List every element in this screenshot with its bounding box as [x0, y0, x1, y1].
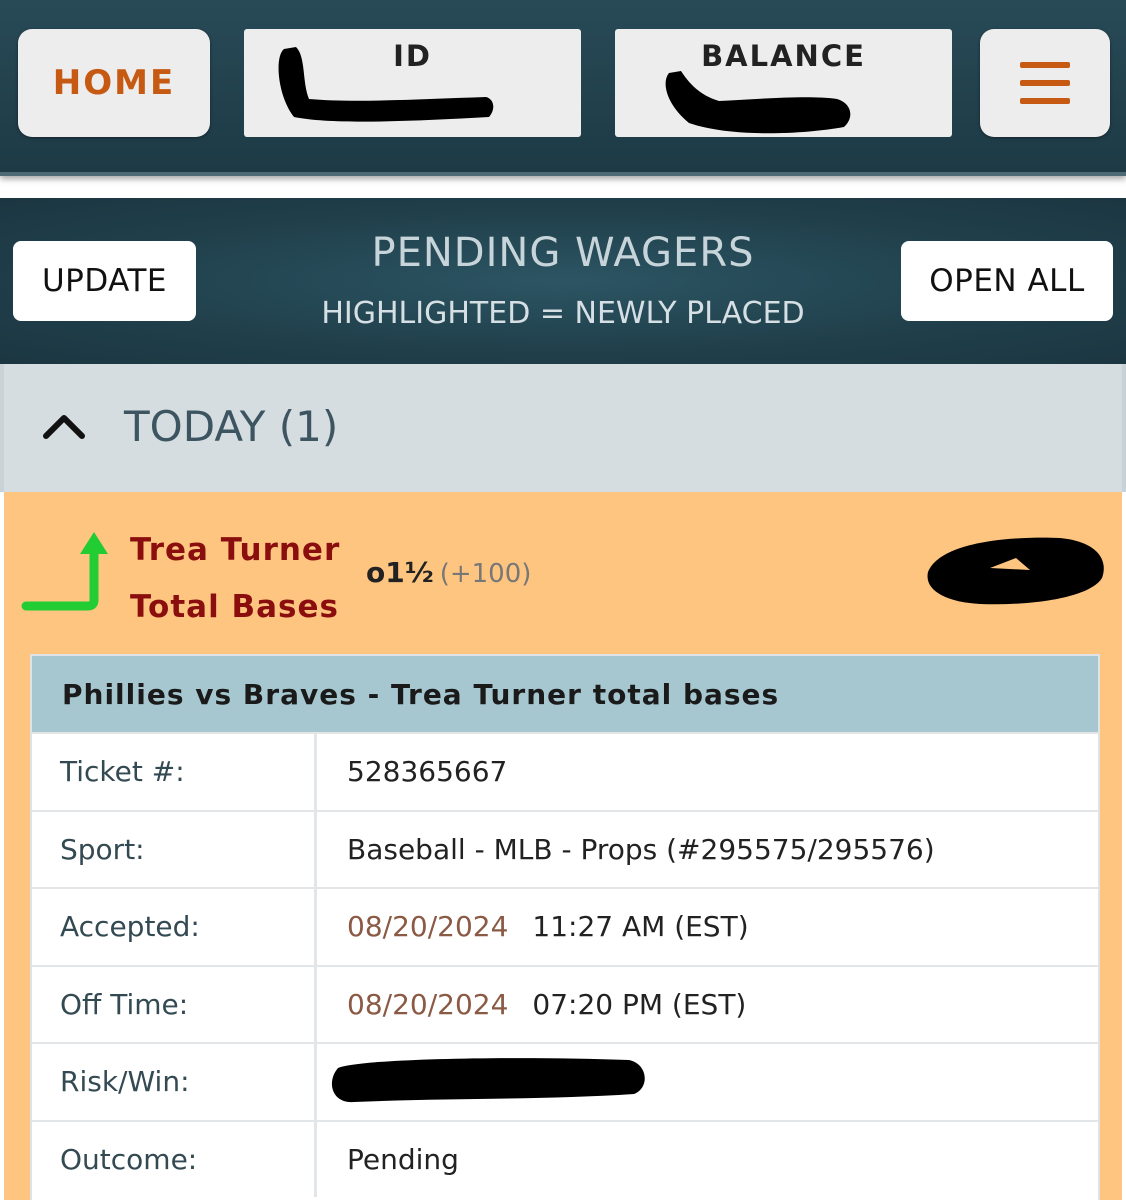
arrow-up-icon	[21, 532, 108, 611]
today-section-label: TODAY (1)	[124, 402, 339, 451]
table-row: Outcome: Pending	[32, 1119, 1098, 1197]
bet-odds: (+100)	[439, 559, 532, 589]
over-under-value: o1½	[366, 556, 434, 589]
table-row: Ticket #: 528365667	[32, 732, 1098, 810]
accepted-time: 11:27 AM (EST)	[532, 910, 749, 944]
table-row: Off Time: 08/20/2024 07:20 PM (EST)	[32, 964, 1098, 1043]
accepted-value: 08/20/2024 11:27 AM (EST)	[317, 889, 1098, 965]
home-button-label: HOME	[52, 63, 176, 103]
chevron-up-icon	[43, 415, 85, 439]
open-all-button[interactable]: OPEN ALL	[901, 241, 1113, 321]
bet-name: Trea Turner Total Bases	[130, 522, 360, 636]
table-row: Risk/Win:	[32, 1042, 1098, 1120]
pending-wagers-header: UPDATE PENDING WAGERS HIGHLIGHTED = NEWL…	[0, 198, 1126, 364]
wager-detail-title: Phillies vs Braves - Trea Turner total b…	[32, 656, 1098, 732]
off-time-value: 08/20/2024 07:20 PM (EST)	[317, 967, 1098, 1043]
bet-market-name: Total Bases	[130, 589, 339, 625]
sport-label: Sport:	[32, 811, 317, 887]
ticket-label: Ticket #:	[32, 734, 317, 810]
off-time-time: 07:20 PM (EST)	[532, 987, 747, 1021]
hamburger-menu-icon	[1020, 62, 1070, 104]
outcome-label: Outcome:	[32, 1121, 317, 1197]
balance-box: BALANCE	[615, 29, 952, 137]
outcome-value: Pending	[347, 1142, 459, 1176]
risk-win-label: Risk/Win:	[32, 1044, 317, 1120]
accepted-date: 08/20/2024	[347, 910, 509, 944]
sport-value: Baseball - MLB - Props (#295575/295576)	[347, 832, 935, 866]
redaction-scribble	[278, 47, 494, 122]
off-time-date: 08/20/2024	[347, 987, 509, 1021]
bet-line: o1½ (+100)	[366, 556, 531, 589]
wager-detail-table: Phillies vs Braves - Trea Turner total b…	[30, 654, 1100, 1200]
off-time-label: Off Time:	[32, 966, 317, 1042]
table-row: Sport: Baseball - MLB - Props (#295575/2…	[32, 809, 1098, 887]
ticket-value: 528365667	[347, 755, 508, 789]
account-id-box: ID	[244, 29, 581, 137]
accepted-label: Accepted:	[32, 889, 317, 965]
redaction-scribble	[927, 537, 1104, 605]
home-button[interactable]: HOME	[18, 29, 210, 137]
wager-card[interactable]: Trea Turner Total Bases o1½ (+100) Philli…	[4, 492, 1122, 1200]
today-section-toggle[interactable]: TODAY (1)	[0, 364, 1126, 492]
table-row: Accepted: 08/20/2024 11:27 AM (EST)	[32, 887, 1098, 965]
redaction-scribble	[665, 71, 851, 134]
bet-player-name: Trea Turner	[130, 532, 341, 568]
redaction-scribble	[331, 1058, 645, 1103]
menu-button[interactable]	[980, 29, 1110, 137]
top-navigation-bar: HOME ID BALANCE	[0, 0, 1126, 176]
